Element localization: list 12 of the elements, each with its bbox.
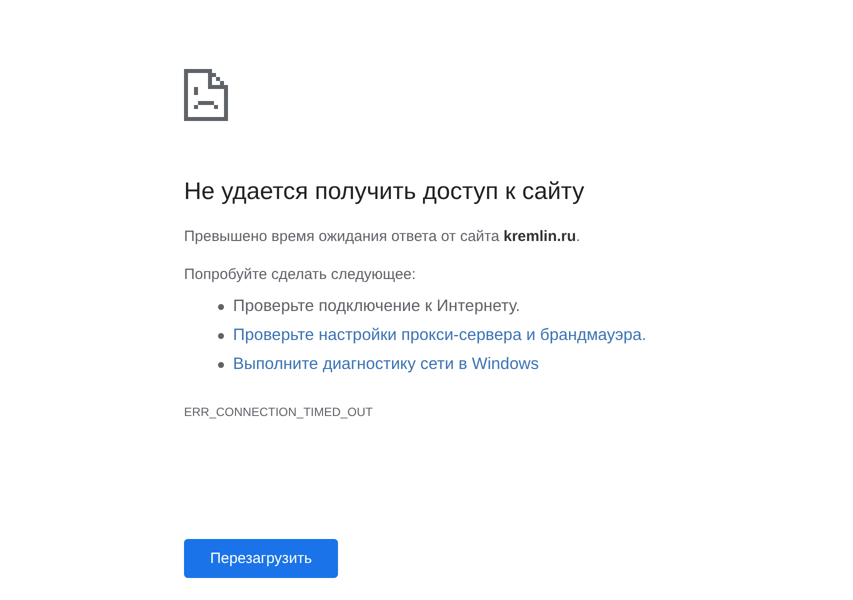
- error-heading: Не удается получить доступ к сайту: [184, 177, 584, 207]
- reload-button[interactable]: Перезагрузить: [184, 539, 338, 578]
- suggestion-link[interactable]: Проверьте настройки прокси-сервера и брандмауэра.: [233, 326, 646, 345]
- suggestion-link[interactable]: Выполните диагностику сети в Windows: [233, 355, 539, 374]
- error-message: Превышено время ожидания ответа от сайта kremlin.ru.: [184, 227, 580, 247]
- suggestions-heading: Попробуйте сделать следующее:: [184, 265, 416, 285]
- sad-page-icon: [184, 69, 228, 121]
- suggestion-text: Проверьте подключение к Интернету.: [233, 297, 520, 316]
- bullet-icon: [218, 362, 224, 368]
- bullet-icon: [218, 304, 224, 310]
- error-code: ERR_CONNECTION_TIMED_OUT: [184, 405, 373, 419]
- bullet-icon: [218, 332, 224, 338]
